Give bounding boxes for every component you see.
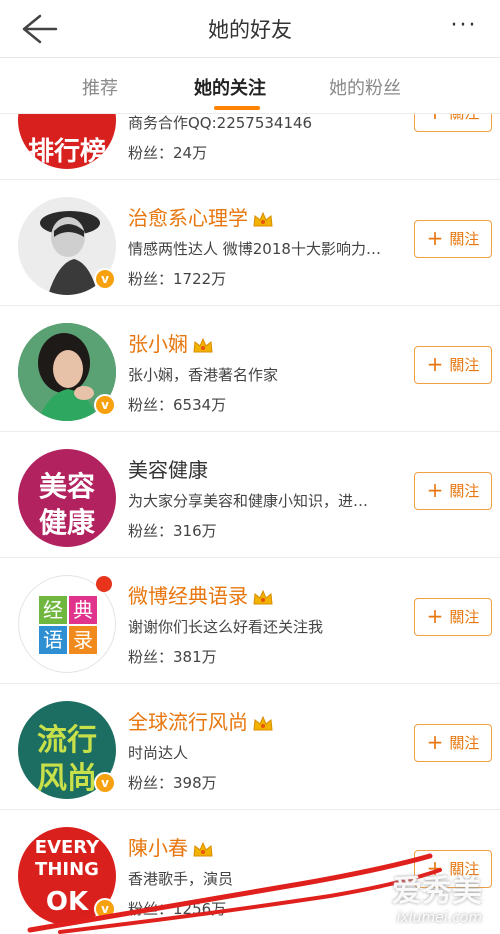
follow-button[interactable]: + 關注	[414, 346, 492, 384]
fans-count: 粉丝：24万	[128, 144, 208, 162]
verified-badge-icon: v	[94, 268, 116, 290]
user-description: 为大家分享美容和健康小知识，进…	[128, 492, 369, 510]
user-description: 张小娴，香港著名作家	[128, 366, 279, 384]
following-list: 排行榜 商务合作QQ:2257534146 粉丝：24万 + 關注 v 治愈系心理…	[0, 114, 500, 934]
user-name-text: 张小娴	[128, 332, 188, 356]
user-description: 时尚达人	[128, 744, 189, 762]
fans-count: 粉丝：1722万	[128, 270, 227, 288]
follow-label: 關注	[449, 482, 480, 500]
follow-label: 關注	[449, 230, 480, 248]
plus-icon: +	[426, 604, 444, 628]
follow-button[interactable]: + 關注	[414, 598, 492, 636]
tab-her-following[interactable]: 她的关注	[170, 74, 290, 100]
fans-count: 粉丝：398万	[128, 774, 217, 792]
list-item[interactable]: 流行 风尚 v 全球流行风尚 时尚达人 粉丝：398万 + 關注	[0, 684, 500, 810]
follow-button[interactable]: + 關注	[414, 220, 492, 258]
follow-label: 關注	[449, 114, 479, 122]
list-item[interactable]: 经 典 语 录 微博经典语录 谢谢你们长这么好看还关注我 粉丝：381万 + 關注	[0, 558, 500, 684]
user-name[interactable]: 美容健康	[128, 454, 208, 483]
user-name[interactable]: 全球流行风尚	[128, 706, 274, 735]
notification-dot	[96, 576, 112, 592]
user-name[interactable]: 微博经典语录	[128, 580, 274, 609]
verified-badge-icon: v	[94, 394, 116, 416]
user-description: 情感两性达人 微博2018十大影响力…	[128, 240, 381, 258]
avatar-text: 典	[69, 596, 97, 624]
user-name[interactable]: 治愈系心理学	[128, 202, 274, 231]
watermark-en: ixiumei.com	[396, 910, 482, 926]
vip-crown-icon	[253, 211, 273, 226]
vip-crown-icon	[253, 589, 273, 604]
list-item[interactable]: 排行榜 商务合作QQ:2257534146 粉丝：24万 + 關注	[0, 114, 500, 180]
avatar-text: 录	[69, 626, 97, 654]
tab-bar: 推荐 她的关注 她的粉丝	[0, 58, 500, 114]
avatar[interactable]: 美容 健康	[18, 449, 116, 547]
list-item[interactable]: 美容 健康 美容健康 为大家分享美容和健康小知识，进… 粉丝：316万 + 關注	[0, 432, 500, 558]
avatar[interactable]: 排行榜	[18, 114, 116, 169]
avatar-text: 经	[39, 596, 67, 624]
fans-count: 粉丝：6534万	[128, 396, 227, 414]
plus-icon: +	[426, 226, 444, 250]
list-item[interactable]: v 张小娴 张小娴，香港著名作家 粉丝：6534万 + 關注	[0, 306, 500, 432]
follow-label: 關注	[449, 356, 480, 374]
follow-label: 關注	[449, 734, 480, 752]
fans-count: 粉丝：381万	[128, 648, 217, 666]
user-name[interactable]: 张小娴	[128, 328, 214, 357]
tab-recommend[interactable]: 推荐	[40, 74, 160, 100]
plus-icon: +	[426, 478, 444, 502]
user-name-text: 美容健康	[128, 458, 208, 482]
more-options-icon[interactable]: ···	[444, 12, 484, 44]
user-description: 谢谢你们长这么好看还关注我	[128, 618, 324, 636]
watermark-cn: 爱秀美	[392, 874, 482, 909]
user-description: 商务合作QQ:2257534146	[128, 114, 313, 132]
fans-count: 粉丝：316万	[128, 522, 217, 540]
user-name-text: 全球流行风尚	[128, 710, 248, 734]
follow-button[interactable]: + 關注	[414, 472, 492, 510]
verified-badge-icon: v	[94, 772, 116, 794]
plus-icon: +	[426, 730, 444, 754]
active-tab-indicator	[214, 106, 260, 110]
user-name-text: 治愈系心理学	[128, 206, 248, 230]
list-item[interactable]: v 治愈系心理学 情感两性达人 微博2018十大影响力… 粉丝：1722万 + 關…	[0, 180, 500, 306]
page-title: 她的好友	[208, 18, 292, 42]
avatar-text: 美容	[38, 470, 95, 503]
follow-label: 關注	[449, 608, 480, 626]
top-bar: 她的好友 ···	[0, 0, 500, 58]
follow-button[interactable]: + 關注	[414, 114, 492, 132]
user-name-text: 微博经典语录	[128, 584, 248, 608]
avatar-text: 语	[39, 626, 67, 654]
avatar-text: 排行榜	[27, 137, 106, 167]
vip-crown-icon	[253, 715, 273, 730]
plus-icon: +	[427, 114, 444, 124]
tab-her-fans[interactable]: 她的粉丝	[305, 74, 425, 100]
avatar-text: 健康	[38, 506, 95, 539]
watermark: 爱秀美 ixiumei.com	[392, 866, 482, 926]
plus-icon: +	[426, 352, 444, 376]
follow-button[interactable]: + 關注	[414, 724, 492, 762]
vip-crown-icon	[193, 337, 213, 352]
